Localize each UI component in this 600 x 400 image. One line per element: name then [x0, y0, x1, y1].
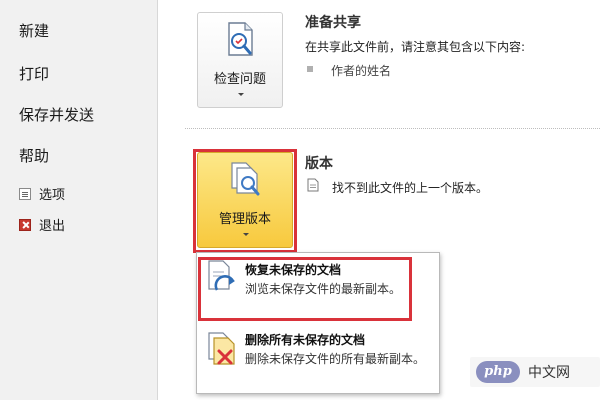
section-divider [185, 128, 600, 129]
sidebar-item-new[interactable]: 新建 [19, 20, 49, 41]
recover-unsaved-desc: 浏览未保存文件的最新副本。 [245, 282, 402, 296]
prepare-sharing-desc: 在共享此文件前，请注意其包含以下内容: [305, 40, 526, 54]
php-logo-icon: php [476, 361, 520, 383]
check-issues-button[interactable]: 检查问题 [197, 12, 283, 108]
backstage-sidebar: 新建 打印 保存并发送 帮助 选项 退出 [0, 0, 158, 400]
sidebar-item-save-send[interactable]: 保存并发送 [19, 104, 94, 125]
sidebar-item-exit[interactable]: 退出 [19, 215, 65, 234]
manage-versions-button[interactable]: 管理版本 [197, 152, 293, 248]
manage-versions-menu: 恢复未保存的文档 浏览未保存文件的最新副本。 删除所有未保存的文档 删除未保存文… [196, 252, 440, 394]
inspect-document-icon [228, 22, 253, 56]
options-label: 选项 [39, 188, 66, 203]
chevron-down-icon [238, 93, 244, 96]
delete-unsaved-item[interactable]: 删除所有未保存的文档 删除未保存文件的所有最新副本。 [197, 325, 439, 393]
delete-unsaved-desc: 删除未保存文件的所有最新副本。 [245, 352, 426, 366]
manage-versions-label: 管理版本 [218, 212, 271, 227]
sidebar-item-help[interactable]: 帮助 [19, 145, 49, 166]
version-doc-icon [307, 178, 319, 192]
recover-unsaved-title: 恢复未保存的文档 [245, 263, 342, 277]
sidebar-item-print[interactable]: 打印 [19, 63, 49, 84]
versions-document-icon [231, 162, 260, 196]
delete-unsaved-title: 删除所有未保存的文档 [245, 333, 366, 347]
exit-label: 退出 [39, 219, 66, 234]
chevron-down-icon [243, 233, 249, 236]
exit-icon [19, 218, 31, 231]
no-versions-text: 找不到此文件的上一个版本。 [332, 181, 489, 195]
delete-document-icon [208, 332, 235, 365]
site-watermark: php 中文网 [470, 357, 600, 387]
sidebar-item-options[interactable]: 选项 [19, 184, 65, 203]
author-name-item: 作者的姓名 [331, 64, 392, 78]
bullet-icon [307, 66, 313, 72]
versions-title: 版本 [305, 156, 333, 172]
recover-document-icon [208, 260, 235, 291]
recover-unsaved-item[interactable]: 恢复未保存的文档 浏览未保存文件的最新副本。 [197, 253, 439, 323]
check-issues-label: 检查问题 [213, 72, 266, 87]
options-icon [19, 187, 31, 200]
prepare-sharing-title: 准备共享 [305, 15, 361, 31]
watermark-text: 中文网 [528, 365, 570, 381]
